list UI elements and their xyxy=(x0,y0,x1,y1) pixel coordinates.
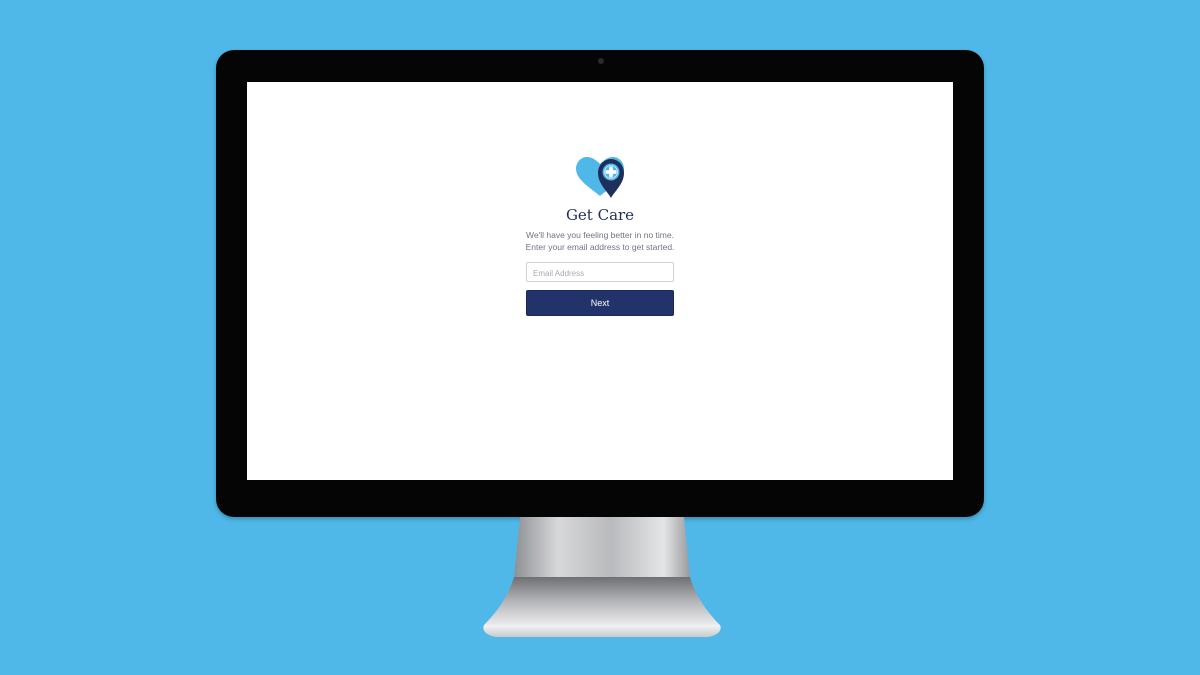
subtitle-line-1: We'll have you feeling better in no time… xyxy=(526,230,674,240)
camera-icon xyxy=(598,58,604,64)
heart-pin-logo-icon xyxy=(576,157,624,198)
monitor-stand xyxy=(483,517,721,637)
subtitle-line-2: Enter your email address to get started. xyxy=(525,242,675,252)
next-button[interactable]: Next xyxy=(526,290,674,316)
email-field[interactable] xyxy=(527,264,671,283)
email-field-wrapper xyxy=(526,262,674,283)
page-title: Get Care xyxy=(565,206,635,224)
screen: Get Care We'll have you feeling better i… xyxy=(247,82,953,480)
monitor-frame: Get Care We'll have you feeling better i… xyxy=(216,50,984,517)
